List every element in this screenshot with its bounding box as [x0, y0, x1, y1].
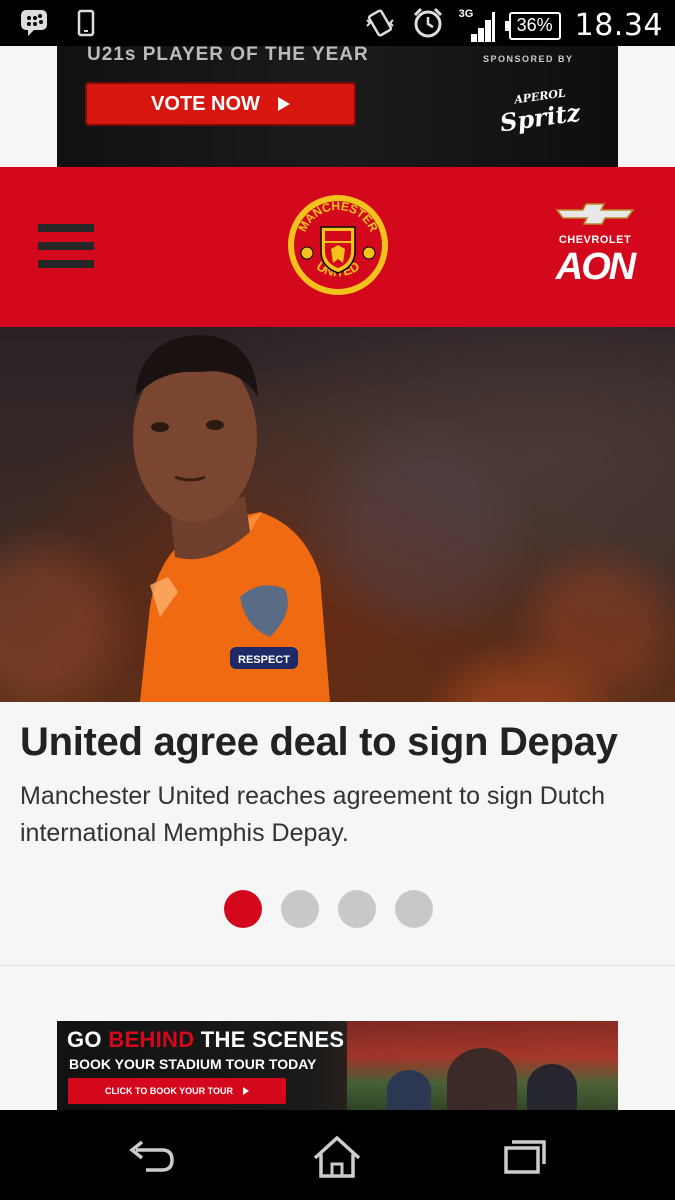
carousel-dot-1[interactable]: [224, 890, 262, 928]
manchester-united-crest[interactable]: MANCHESTER UNITED: [283, 193, 393, 303]
ad-headline-part1: GO: [67, 1027, 109, 1052]
stadium-photo: [347, 1021, 618, 1110]
aperol-spritz-logo: APEROL Spritz: [485, 76, 595, 156]
hamburger-menu-icon[interactable]: [38, 224, 94, 272]
player-photo: RESPECT: [133, 335, 330, 702]
ad-headline-part2: THE SCENES: [194, 1027, 345, 1052]
battery-indicator: 36%: [504, 11, 561, 40]
play-arrow-icon: [243, 1087, 249, 1095]
chevrolet-label: CHEVROLET: [558, 234, 632, 246]
article-summary: Manchester United reaches agreement to s…: [20, 782, 606, 847]
play-arrow-icon: [277, 97, 290, 111]
signal-icon: 3G: [458, 7, 495, 42]
ad-headline: U21s PLAYER OF THE YEAR: [87, 46, 369, 65]
network-type-label: 3G: [458, 7, 474, 20]
aon-logo: AON: [555, 246, 636, 288]
vote-now-button[interactable]: VOTE NOW: [85, 82, 356, 126]
top-banner-ad[interactable]: U21s PLAYER OF THE YEAR VOTE NOW SPONSOR…: [57, 46, 618, 167]
recent-apps-icon[interactable]: [494, 1132, 554, 1182]
ad-subline: BOOK YOUR STADIUM TOUR TODAY: [69, 1056, 317, 1072]
alarm-icon: [411, 6, 445, 45]
ad-headline-highlight: BEHIND: [108, 1027, 195, 1052]
respect-armband: RESPECT: [238, 654, 290, 666]
clock: 18.34: [574, 8, 663, 43]
section-divider: [0, 965, 675, 966]
vibrate-icon: [363, 6, 397, 45]
hero-image[interactable]: RESPECT: [0, 327, 675, 702]
carousel-dot-2[interactable]: [281, 890, 319, 928]
android-navigation-bar: [0, 1110, 675, 1200]
site-header: MANCHESTER UNITED CHEVROLET AON: [0, 167, 675, 327]
article-title[interactable]: United agree deal to sign Depay: [20, 720, 618, 765]
carousel-dot-4[interactable]: [395, 890, 433, 928]
status-bar: 3G 36% 18.34: [0, 0, 675, 46]
chevrolet-bowtie-icon: [549, 203, 641, 230]
book-tour-label: CLICK TO BOOK YOUR TOUR: [104, 1086, 233, 1096]
battery-label: 36%: [516, 15, 553, 35]
vote-now-label: VOTE NOW: [151, 92, 260, 115]
back-icon[interactable]: [122, 1132, 182, 1182]
sponsor-logos: CHEVROLET AON: [549, 203, 641, 303]
stadium-tour-ad[interactable]: GO BEHIND THE SCENES BOOK YOUR STADIUM T…: [57, 1021, 618, 1110]
ad-headline: GO BEHIND THE SCENES: [67, 1027, 344, 1053]
blackberry-messenger-icon: [20, 8, 50, 43]
featured-article[interactable]: United agree deal to sign Depay Manchest…: [0, 702, 675, 966]
home-icon[interactable]: [307, 1132, 367, 1182]
carousel-dot-3[interactable]: [338, 890, 376, 928]
carousel-pagination: [224, 890, 433, 928]
sponsor-label: SPONSORED BY: [483, 54, 574, 64]
book-tour-button[interactable]: CLICK TO BOOK YOUR TOUR: [68, 1078, 286, 1104]
phone-icon: [76, 8, 96, 43]
